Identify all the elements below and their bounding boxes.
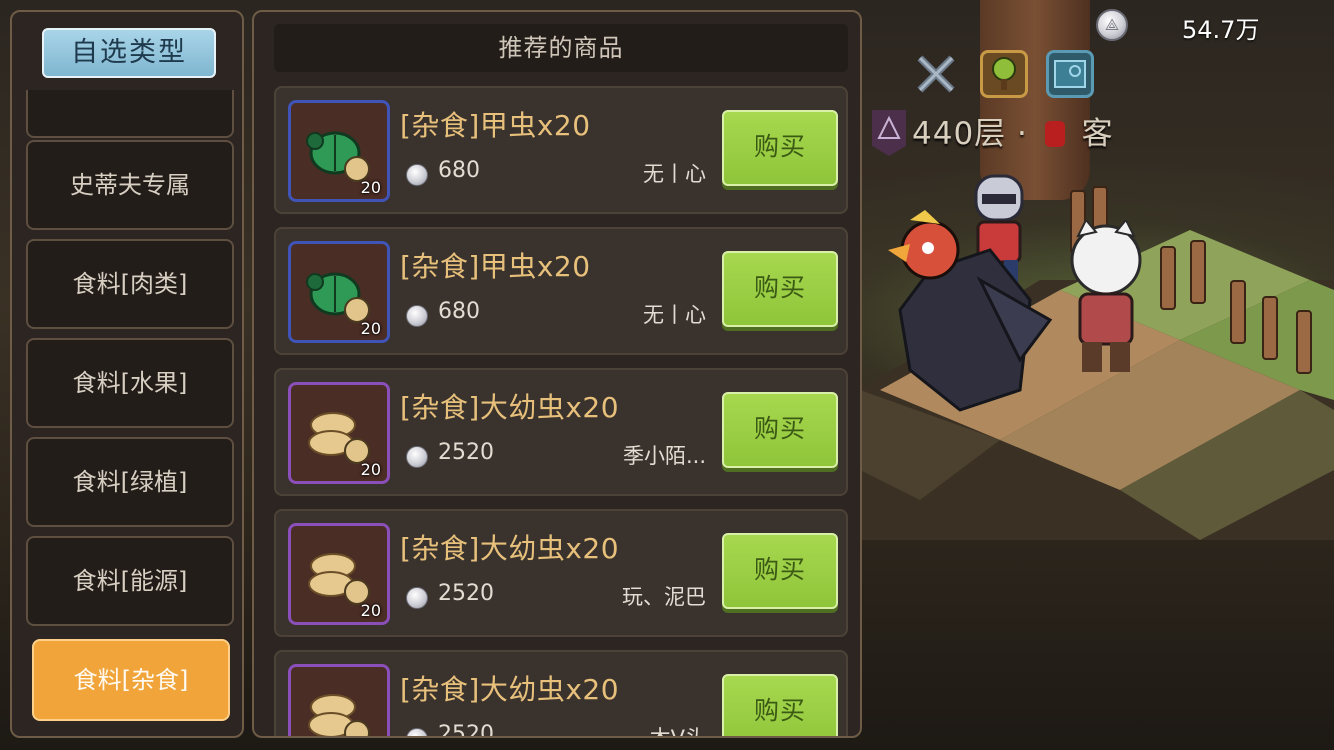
cat-character[interactable] <box>1066 220 1146 390</box>
coin-icon <box>1096 9 1128 41</box>
product-card[interactable]: 20 [杂食]甲虫x20 680 无丨心 购买 <box>274 227 848 355</box>
product-qty: 20 <box>360 460 381 479</box>
category-list[interactable]: 史蒂夫专属 食料[肉类] 食料[水果] 食料[绿植] 食料[能源] 食料[杂食] <box>12 90 242 736</box>
category-item-fruit[interactable]: 食料[水果] <box>26 338 234 428</box>
currency-value: 54.7万 <box>1182 16 1260 44</box>
product-price: 2520 <box>438 581 494 606</box>
product-name: [杂食]大幼虫x20 <box>400 673 620 706</box>
product-price: 680 <box>438 299 480 324</box>
coin-icon <box>406 164 428 186</box>
product-thumbnail[interactable]: 20 <box>288 241 390 343</box>
product-price: 680 <box>438 158 480 183</box>
product-name: [杂食]甲虫x20 <box>400 109 591 142</box>
product-seller: 玩、泥巴 <box>622 585 706 609</box>
coin-icon <box>406 728 428 736</box>
product-price: 2520 <box>438 440 494 465</box>
currency-display: 54.7万 <box>1096 6 1334 44</box>
buy-button[interactable]: 购买 <box>722 533 838 609</box>
product-card[interactable]: 20 [杂食]甲虫x20 680 无丨心 购买 <box>274 86 848 214</box>
category-item-partial[interactable] <box>26 90 234 138</box>
product-thumbnail[interactable]: 20 <box>288 382 390 484</box>
crossed-swords-icon[interactable] <box>912 50 960 98</box>
category-item-steve[interactable]: 史蒂夫专属 <box>26 140 234 230</box>
product-name: [杂食]甲虫x20 <box>400 250 591 283</box>
buy-button[interactable]: 购买 <box>722 110 838 186</box>
floor-info: 440层 · 客 <box>912 108 1114 153</box>
product-list[interactable]: 20 [杂食]甲虫x20 680 无丨心 购买 20 [杂食]甲虫x20 680 <box>254 84 860 738</box>
category-item-omnivore[interactable]: 食料[杂食] <box>32 639 230 721</box>
product-thumbnail[interactable]: 20 <box>288 664 390 736</box>
product-name: [杂食]大幼虫x20 <box>400 532 620 565</box>
product-price: 2520 <box>438 722 494 738</box>
product-panel: 推荐的商品 20 [杂食]甲虫x20 680 无丨心 购买 20 [杂食]甲虫x… <box>252 10 862 738</box>
coin-icon <box>406 446 428 468</box>
product-seller: 季小陌... <box>622 444 706 468</box>
buy-button[interactable]: 购买 <box>722 392 838 468</box>
coin-icon <box>406 305 428 327</box>
product-qty: 20 <box>360 601 381 620</box>
product-thumbnail[interactable]: 20 <box>288 100 390 202</box>
category-item-meat[interactable]: 食料[肉类] <box>26 239 234 329</box>
record-icon <box>1044 121 1065 147</box>
floor-text-tail: 客 <box>1081 116 1114 152</box>
tree-icon[interactable] <box>980 50 1028 98</box>
product-name: [杂食]大幼虫x20 <box>400 391 620 424</box>
larva-icon <box>308 694 370 736</box>
product-seller: 无丨心 <box>643 162 706 186</box>
pet-bird-character[interactable] <box>870 210 1060 420</box>
product-qty: 20 <box>360 178 381 197</box>
buy-button[interactable]: 购买 <box>722 251 838 327</box>
category-panel: 自选类型 史蒂夫专属 食料[肉类] 食料[水果] 食料[绿植] 食料[能源] 食… <box>10 10 244 738</box>
product-card[interactable]: 20 [杂食]大幼虫x20 2520 玩、泥巴 购买 <box>274 509 848 637</box>
product-seller: 木V头 <box>649 726 706 738</box>
buy-button[interactable]: 购买 <box>722 674 838 736</box>
product-card[interactable]: 20 [杂食]大幼虫x20 2520 木V头 购买 <box>274 650 848 738</box>
category-item-greens[interactable]: 食料[绿植] <box>26 437 234 527</box>
product-seller: 无丨心 <box>643 303 706 327</box>
product-qty: 20 <box>360 319 381 338</box>
floor-text: 440层 · <box>912 116 1028 152</box>
coin-icon <box>406 587 428 609</box>
custom-type-button[interactable]: 自选类型 <box>42 28 216 78</box>
product-title-bar: 推荐的商品 <box>274 24 848 72</box>
product-panel-title: 推荐的商品 <box>498 34 624 62</box>
map-icon[interactable] <box>1046 50 1094 98</box>
category-item-energy[interactable]: 食料[能源] <box>26 536 234 626</box>
product-card[interactable]: 20 [杂食]大幼虫x20 2520 季小陌... 购买 <box>274 368 848 496</box>
product-thumbnail[interactable]: 20 <box>288 523 390 625</box>
